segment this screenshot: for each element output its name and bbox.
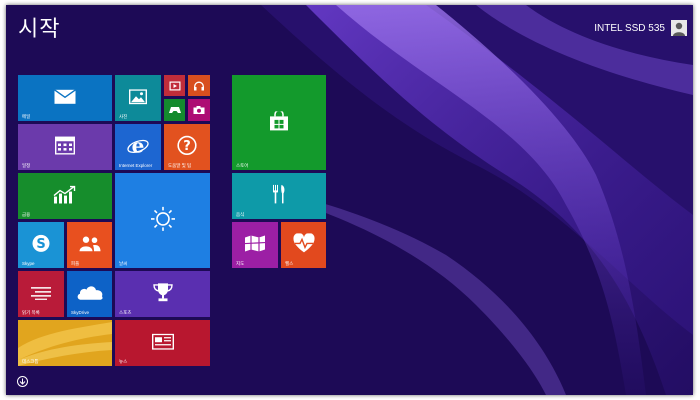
tile-news[interactable]: 뉴스: [115, 320, 210, 366]
start-screen: 시작 INTEL SSD 535 메일 사진 일정 e Internet Exp…: [6, 5, 693, 395]
tile-photos[interactable]: 사진: [115, 75, 161, 121]
ie-icon: e: [127, 135, 149, 155]
tile-skydrive[interactable]: SkyDrive: [67, 271, 112, 317]
tile-health[interactable]: 헬스: [281, 222, 326, 268]
people-icon: [79, 236, 100, 252]
photo-icon: [129, 89, 147, 105]
tile-help[interactable]: ? 도움말 및 팁: [164, 124, 210, 170]
tile-skype[interactable]: S Skype: [18, 222, 64, 268]
food-icon: [273, 184, 285, 204]
down-arrow-icon: [19, 378, 26, 385]
tile-label: 음식: [236, 212, 245, 217]
tile-label: 날씨: [119, 261, 128, 266]
tile-label: Skype: [22, 261, 35, 266]
tile-label: 읽기 목록: [22, 310, 40, 315]
tile-video[interactable]: [164, 75, 185, 96]
trophy-icon: [152, 283, 173, 302]
svg-text:S: S: [36, 237, 45, 252]
all-apps-button[interactable]: [17, 376, 28, 387]
reading-list-icon: [31, 287, 51, 300]
gamepad-icon: [168, 107, 181, 113]
video-icon: [169, 81, 180, 90]
tile-store[interactable]: 스토어: [232, 75, 326, 170]
tile-camera[interactable]: [188, 99, 210, 121]
tile-maps[interactable]: 지도: [232, 222, 278, 268]
calendar-icon: [55, 136, 75, 155]
map-icon: [244, 235, 266, 252]
tile-games[interactable]: [164, 99, 185, 121]
tile-sports[interactable]: 스포츠: [115, 271, 210, 317]
tile-label: 스토어: [236, 163, 249, 168]
tile-food[interactable]: 음식: [232, 173, 326, 219]
tile-label: 도움말 및 팁: [168, 163, 192, 168]
tile-internet-explorer[interactable]: e Internet Explorer: [115, 124, 161, 170]
skype-icon: S: [32, 234, 50, 252]
finance-icon: [53, 185, 76, 204]
tile-label: 지도: [236, 261, 245, 266]
cloud-icon: [77, 286, 103, 300]
user-name: INTEL SSD 535: [594, 22, 665, 34]
help-icon: ?: [177, 135, 197, 155]
tile-label: SkyDrive: [71, 310, 90, 315]
tile-label: 피플: [71, 261, 80, 266]
store-icon: [270, 110, 288, 130]
tile-label: 금융: [22, 212, 31, 217]
tile-mail[interactable]: 메일: [18, 75, 112, 121]
tile-label: 일정: [22, 163, 31, 168]
svg-text:?: ?: [183, 139, 191, 154]
user-avatar-icon: [671, 20, 687, 36]
tile-label: 뉴스: [119, 359, 128, 364]
user-account[interactable]: INTEL SSD 535: [594, 20, 687, 36]
tile-label: 헬스: [285, 261, 294, 266]
tile-people[interactable]: 피플: [67, 222, 112, 268]
tile-desktop[interactable]: 데스크톱: [18, 320, 112, 366]
tile-finance[interactable]: 금융: [18, 173, 112, 219]
tile-label: 메일: [22, 114, 31, 119]
tile-label: 데스크톱: [22, 359, 39, 364]
tile-calendar[interactable]: 일정: [18, 124, 112, 170]
camera-icon: [193, 106, 205, 114]
heart-pulse-icon: [292, 233, 315, 253]
tile-label: 사진: [119, 114, 128, 119]
tile-music[interactable]: [188, 75, 210, 96]
sun-icon: [150, 206, 175, 231]
page-title: 시작: [18, 17, 61, 42]
tile-reading-list[interactable]: 읽기 목록: [18, 271, 64, 317]
tile-weather[interactable]: 날씨: [115, 173, 210, 268]
mail-icon: [54, 89, 76, 104]
headphones-icon: [194, 81, 204, 90]
tile-label: 스포츠: [119, 310, 132, 315]
tile-label: Internet Explorer: [119, 163, 153, 168]
news-icon: [151, 333, 174, 350]
